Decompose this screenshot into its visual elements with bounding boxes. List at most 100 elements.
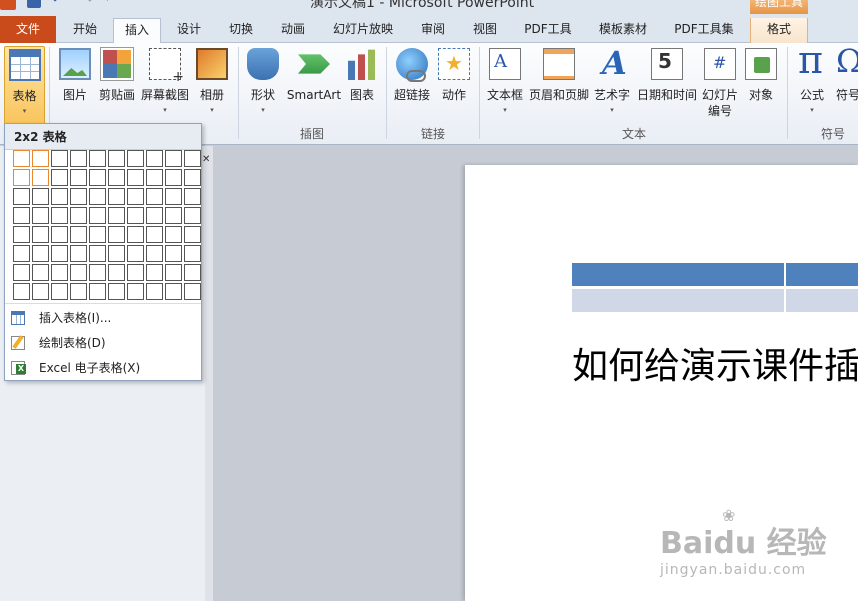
- table-grid-cell[interactable]: [51, 283, 68, 300]
- table-grid-cell[interactable]: [127, 150, 144, 167]
- save-icon[interactable]: [27, 0, 41, 8]
- table-grid-cell[interactable]: [32, 188, 49, 205]
- table-grid-cell[interactable]: [70, 188, 87, 205]
- table-grid-cell[interactable]: [127, 226, 144, 243]
- table-grid-cell-selected[interactable]: [32, 150, 49, 167]
- slide-title-text[interactable]: 如何给演示课件插: [572, 337, 858, 389]
- draw-table-menu-item[interactable]: 绘制表格(D): [5, 331, 201, 355]
- table-grid-cell[interactable]: [146, 264, 163, 281]
- tab-file[interactable]: 文件: [0, 16, 56, 43]
- table-grid-cell[interactable]: [108, 264, 125, 281]
- table-grid-cell[interactable]: [108, 226, 125, 243]
- table-grid-cell[interactable]: [146, 188, 163, 205]
- action-button[interactable]: 动作: [436, 46, 472, 126]
- screenshot-button[interactable]: 屏幕截图 ▾: [139, 46, 191, 126]
- slide-number-button[interactable]: 幻灯片 编号: [700, 46, 740, 126]
- pane-close-icon[interactable]: ✕: [202, 154, 210, 168]
- redo-icon[interactable]: ↷: [82, 0, 93, 8]
- table-grid-cell[interactable]: [51, 226, 68, 243]
- tab-slideshow[interactable]: 幻灯片放映: [321, 18, 405, 43]
- table-grid-cell[interactable]: [51, 207, 68, 224]
- chart-button[interactable]: 图表: [344, 46, 380, 126]
- picture-button[interactable]: 图片: [55, 46, 95, 126]
- table-grid-cell[interactable]: [70, 264, 87, 281]
- table-grid-cell[interactable]: [165, 188, 182, 205]
- table-grid-cell[interactable]: [89, 283, 106, 300]
- table-grid-cell[interactable]: [13, 226, 30, 243]
- table-grid-cell-selected[interactable]: [13, 169, 30, 186]
- table-grid-cell[interactable]: [165, 169, 182, 186]
- header-footer-button[interactable]: 页眉和页脚: [528, 46, 590, 126]
- table-grid-cell[interactable]: [146, 150, 163, 167]
- table-header-row[interactable]: [572, 263, 858, 286]
- table-grid-cell[interactable]: [146, 169, 163, 186]
- table-grid-cell[interactable]: [146, 245, 163, 262]
- table-grid-cell[interactable]: [146, 207, 163, 224]
- table-grid-cell[interactable]: [89, 245, 106, 262]
- table-grid-cell[interactable]: [70, 283, 87, 300]
- table-button[interactable]: 表格 ▾: [4, 46, 45, 126]
- tab-view[interactable]: 视图: [461, 18, 509, 43]
- table-grid-cell[interactable]: [184, 264, 201, 281]
- table-grid-cell[interactable]: [32, 245, 49, 262]
- table-grid-cell[interactable]: [146, 283, 163, 300]
- table-grid-cell[interactable]: [70, 226, 87, 243]
- table-grid-cell[interactable]: [108, 245, 125, 262]
- excel-spreadsheet-menu-item[interactable]: Excel 电子表格(X): [5, 356, 201, 380]
- table-grid-cell[interactable]: [89, 264, 106, 281]
- table-grid-cell[interactable]: [13, 283, 30, 300]
- table-grid-cell[interactable]: [89, 188, 106, 205]
- table-grid-cell[interactable]: [146, 226, 163, 243]
- tab-transitions[interactable]: 切换: [217, 18, 265, 43]
- clipart-button[interactable]: 剪贴画: [97, 46, 137, 126]
- object-button[interactable]: 对象: [744, 46, 778, 126]
- table-grid-cell[interactable]: [89, 226, 106, 243]
- table-grid-cell[interactable]: [70, 150, 87, 167]
- table-grid-cell-selected[interactable]: [32, 169, 49, 186]
- table-grid-cell[interactable]: [108, 283, 125, 300]
- equation-button[interactable]: 公式 ▾: [793, 38, 831, 126]
- table-grid-cell[interactable]: [184, 188, 201, 205]
- table-grid-cell[interactable]: [32, 264, 49, 281]
- table-grid-cell[interactable]: [13, 245, 30, 262]
- undo-icon[interactable]: ↶: [52, 0, 63, 8]
- table-grid-cell[interactable]: [127, 245, 144, 262]
- tab-pdf-toolset[interactable]: PDF工具集: [663, 18, 745, 43]
- table-grid-cell[interactable]: [165, 207, 182, 224]
- table-grid-cell[interactable]: [165, 283, 182, 300]
- table-grid-cell[interactable]: [70, 169, 87, 186]
- shapes-button[interactable]: 形状 ▾: [244, 46, 282, 126]
- table-grid-cell[interactable]: [51, 188, 68, 205]
- table-grid-cell[interactable]: [51, 264, 68, 281]
- tab-insert[interactable]: 插入: [113, 18, 161, 44]
- table-grid-cell[interactable]: [13, 264, 30, 281]
- table-grid-cell[interactable]: [165, 264, 182, 281]
- table-grid-cell[interactable]: [89, 169, 106, 186]
- table-grid-cell[interactable]: [184, 150, 201, 167]
- wordart-button[interactable]: 艺术字 ▾: [592, 44, 632, 126]
- table-grid-cell[interactable]: [51, 245, 68, 262]
- tab-template-assets[interactable]: 模板素材: [587, 18, 659, 43]
- hyperlink-button[interactable]: 超链接: [392, 46, 432, 126]
- table-grid-cell[interactable]: [127, 264, 144, 281]
- tab-design[interactable]: 设计: [165, 18, 213, 43]
- symbol-button[interactable]: 符号: [836, 46, 858, 126]
- tab-review[interactable]: 审阅: [409, 18, 457, 43]
- table-grid-cell[interactable]: [89, 207, 106, 224]
- table-grid-cell[interactable]: [70, 207, 87, 224]
- table-grid-cell[interactable]: [165, 226, 182, 243]
- table-grid-cell[interactable]: [184, 169, 201, 186]
- textbox-button[interactable]: 文本框 ▾: [485, 46, 525, 126]
- date-time-button[interactable]: 日期和时间: [636, 46, 698, 126]
- table-grid-cell[interactable]: [108, 207, 125, 224]
- table-grid-cell[interactable]: [184, 245, 201, 262]
- insert-table-menu-item[interactable]: 插入表格(I)...: [5, 306, 201, 330]
- table-grid-cell[interactable]: [32, 207, 49, 224]
- table-grid-cell[interactable]: [32, 226, 49, 243]
- table-grid-cell[interactable]: [184, 207, 201, 224]
- tab-animations[interactable]: 动画: [269, 18, 317, 43]
- photo-album-button[interactable]: 相册 ▾: [195, 46, 229, 126]
- table-grid-cell[interactable]: [13, 207, 30, 224]
- table-body-row[interactable]: [572, 289, 858, 312]
- tab-home[interactable]: 开始: [60, 18, 110, 43]
